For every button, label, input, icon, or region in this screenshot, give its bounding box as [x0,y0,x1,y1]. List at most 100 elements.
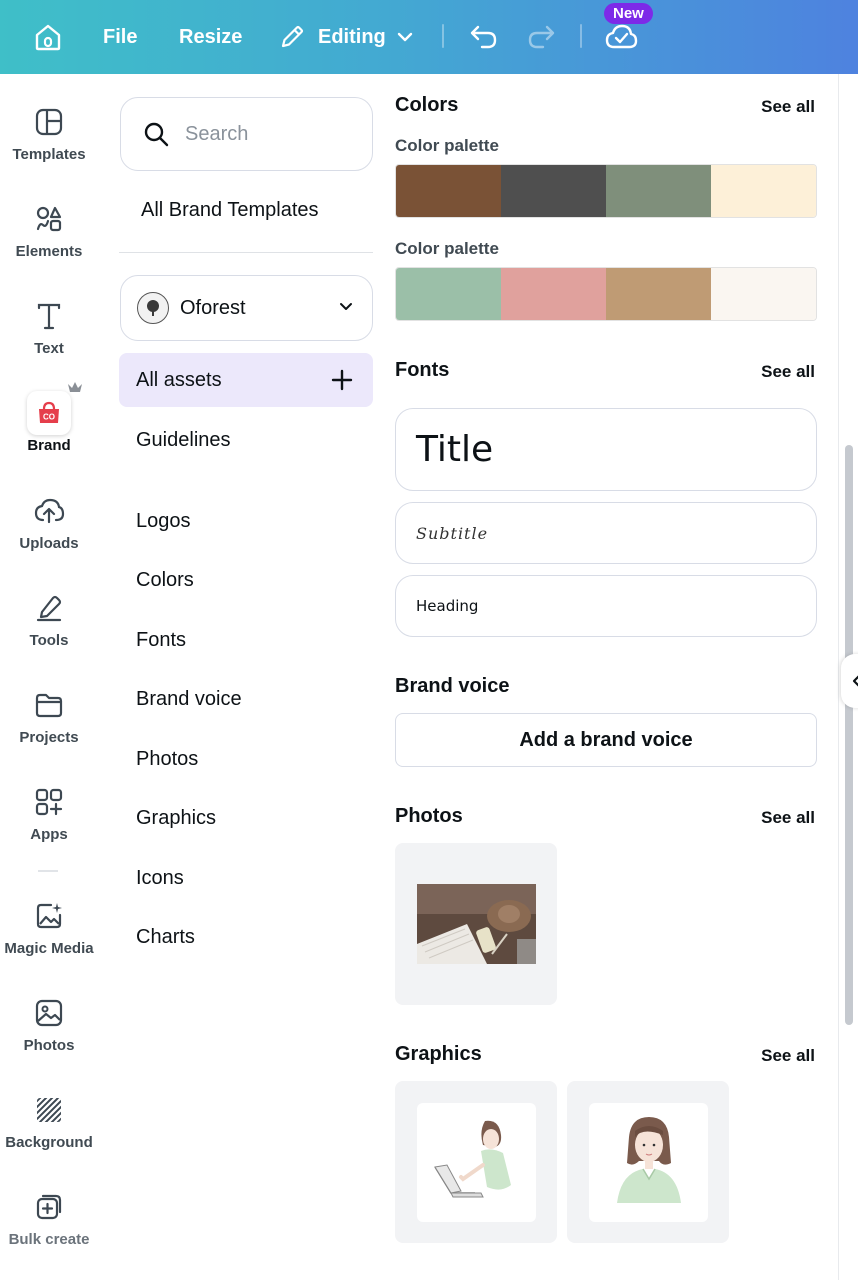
upload-cloud-icon [27,489,71,533]
colors-see-all-link[interactable]: See all [761,97,815,117]
rail-item-projects[interactable]: Projects [0,683,98,746]
rail-item-bulk-create[interactable]: Bulk create [0,1185,98,1248]
rail-item-apps[interactable]: Apps [0,780,98,843]
toolbar-divider [442,24,444,48]
color-swatch[interactable] [606,268,711,320]
file-menu[interactable]: File [103,0,137,74]
rail-label: Photos [23,1037,75,1054]
color-swatch[interactable] [396,165,501,217]
nav-fonts[interactable]: Fonts [136,629,186,652]
color-swatch[interactable] [606,165,711,217]
pencil-icon [281,25,304,48]
divider [119,252,373,253]
graphic-thumbnail[interactable] [395,1081,557,1243]
color-palette-label: Color palette [395,136,499,155]
rail-item-photos[interactable]: Photos [0,991,98,1054]
add-brand-voice-button[interactable]: Add a brand voice [395,713,817,767]
font-subtitle-sample: Subtitle [416,523,489,543]
text-icon [27,294,71,338]
folder-icon [27,683,71,727]
chevron-down-icon [397,32,412,42]
left-rail: Templates Elements Text CO Brand Uploads… [0,74,98,1280]
font-title-sample: Title [416,429,494,470]
rail-label: Bulk create [8,1231,90,1248]
rail-item-tools[interactable]: Tools [0,586,98,649]
chevron-left-icon [852,675,858,687]
rail-divider [38,870,58,872]
nav-brand-voice[interactable]: Brand voice [136,688,242,711]
rail-item-elements[interactable]: Elements [0,197,98,260]
rail-item-templates[interactable]: Templates [0,100,98,163]
cloud-check-icon [605,24,638,49]
rail-label: Tools [29,632,69,649]
graphics-heading: Graphics [395,1043,482,1065]
color-palette-1[interactable] [395,164,817,218]
editing-label: Editing [318,25,386,48]
editing-mode-button[interactable]: Editing [278,0,414,74]
svg-text:CO: CO [43,413,55,422]
rail-label: Templates [12,146,86,163]
rail-label: Uploads [19,535,79,552]
color-palette-label: Color palette [395,239,499,258]
brand-nav-panel: Search All Brand Templates Oforest All a… [98,74,388,1280]
search-input[interactable]: Search [120,97,373,171]
nav-photos[interactable]: Photos [136,748,198,771]
photos-see-all-link[interactable]: See all [761,808,815,828]
photo-thumbnail[interactable] [395,843,557,1005]
rail-label: Brand [27,437,71,454]
guidelines-link[interactable]: Guidelines [136,429,231,452]
add-icon[interactable] [331,369,353,391]
rail-label: Elements [15,243,83,260]
nav-logos[interactable]: Logos [136,510,191,533]
rail-label: Projects [19,729,79,746]
nav-colors[interactable]: Colors [136,569,194,592]
rail-item-brand[interactable]: CO Brand [0,391,98,454]
bulk-create-icon [27,1185,71,1229]
scrollbar-thumb[interactable] [845,445,853,1025]
rail-item-uploads[interactable]: Uploads [0,489,98,552]
brand-voice-heading: Brand voice [395,675,510,697]
nav-charts[interactable]: Charts [136,926,195,949]
desk-photo-image [416,884,536,964]
fonts-see-all-link[interactable]: See all [761,362,815,382]
graphics-see-all-link[interactable]: See all [761,1046,815,1066]
brand-kit-dropdown[interactable]: Oforest [120,275,373,341]
font-subtitle-card[interactable]: Subtitle [395,502,817,564]
redo-icon [528,25,555,49]
nav-graphics[interactable]: Graphics [136,807,216,830]
templates-icon [27,100,71,144]
rail-item-text[interactable]: Text [0,294,98,357]
nav-icons[interactable]: Icons [136,867,184,890]
rail-label: Background [5,1134,93,1151]
new-badge: New [604,3,653,24]
color-swatch[interactable] [501,268,606,320]
home-button[interactable] [30,0,66,74]
brand-assets-panel: Colors See all Color palette Color palet… [395,74,818,1280]
color-palette-2[interactable] [395,267,817,321]
graphic-frame [588,1102,708,1222]
font-title-card[interactable]: Title [395,408,817,491]
undo-button[interactable] [468,0,500,74]
toolbar-divider [580,24,582,48]
colors-heading: Colors [395,94,459,116]
home-icon [35,24,61,51]
all-brand-templates-link[interactable]: All Brand Templates [141,199,319,222]
color-swatch[interactable] [396,268,501,320]
graphic-frame [416,1102,536,1222]
all-assets-item[interactable]: All assets [119,353,373,407]
fonts-heading: Fonts [395,359,450,381]
rail-item-background[interactable]: Background [0,1088,98,1151]
resize-button[interactable]: Resize [179,0,242,74]
brand-icon: CO [27,391,71,435]
color-swatch[interactable] [711,165,816,217]
rail-item-magic-media[interactable]: Magic Media [0,894,98,957]
search-placeholder: Search [185,122,249,145]
color-swatch[interactable] [501,165,606,217]
font-heading-card[interactable]: Heading [395,575,817,637]
font-heading-sample: Heading [416,597,479,615]
woman-laptop-illustration [434,1120,511,1198]
redo-button[interactable] [525,0,557,74]
graphic-thumbnail[interactable] [567,1081,729,1243]
collapse-panel-handle[interactable] [841,654,858,708]
color-swatch[interactable] [711,268,816,320]
